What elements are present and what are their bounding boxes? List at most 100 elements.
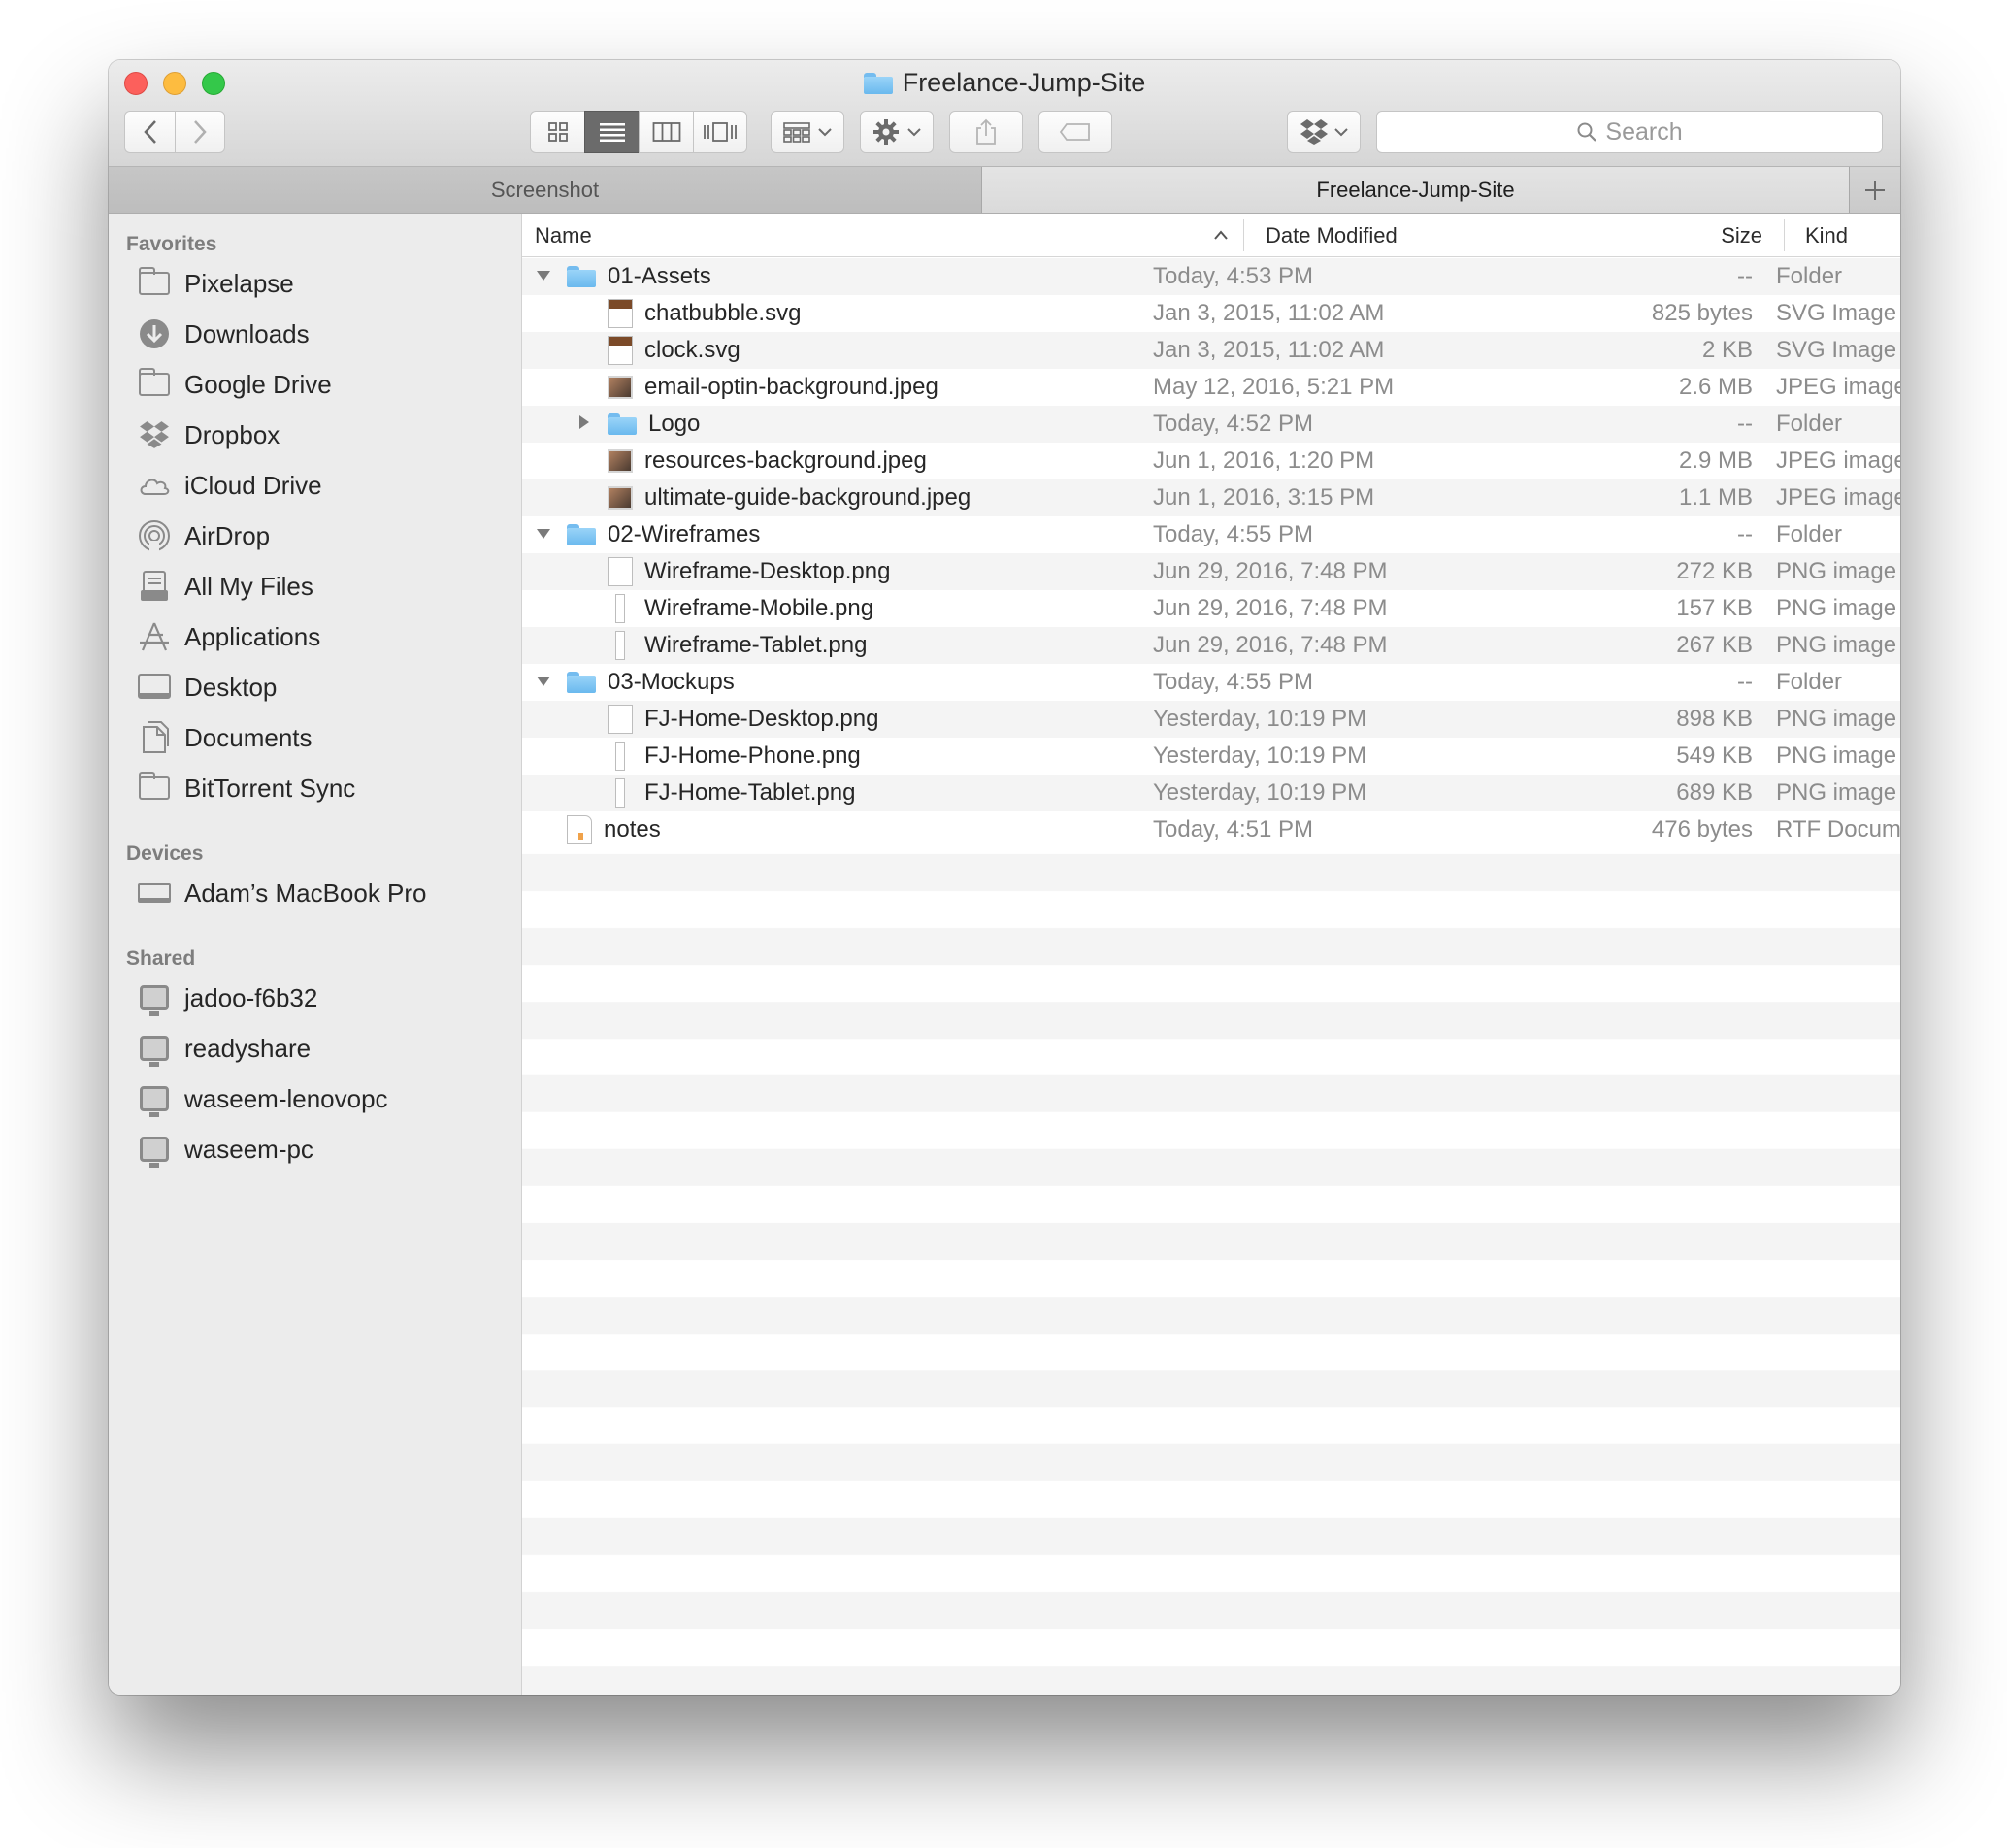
cloud-icon bbox=[138, 471, 171, 500]
sidebar-item-readyshare[interactable]: readyshare bbox=[138, 1027, 507, 1070]
sidebar-item-documents[interactable]: Documents bbox=[138, 716, 507, 759]
table-row[interactable]: Wireframe-Tablet.png Jun 29, 2016, 7:48 P… bbox=[522, 627, 1900, 664]
column-view-button[interactable] bbox=[639, 111, 693, 153]
sidebar-item-airdrop[interactable]: AirDrop bbox=[138, 514, 507, 557]
jpeg-file-icon bbox=[608, 376, 633, 399]
sidebar-item-label: BitTorrent Sync bbox=[184, 773, 356, 803]
sidebar-item-dropbox[interactable]: Dropbox bbox=[138, 413, 507, 456]
tag-button[interactable] bbox=[1038, 111, 1112, 153]
documents-icon bbox=[138, 721, 171, 753]
dropbox-button[interactable] bbox=[1287, 111, 1361, 153]
list-view-button[interactable] bbox=[584, 111, 639, 153]
name-cell: Wireframe-Mobile.png bbox=[522, 590, 1134, 627]
table-row[interactable]: Logo Today, 4:52 PM -- Folder bbox=[522, 406, 1900, 443]
column-divider[interactable] bbox=[1784, 219, 1785, 251]
table-row[interactable]: 03-Mockups Today, 4:55 PM -- Folder bbox=[522, 664, 1900, 701]
tab-screenshot[interactable]: Screenshot bbox=[109, 167, 982, 213]
size-cell: 689 KB bbox=[1676, 779, 1753, 806]
column-header-kind[interactable]: Kind bbox=[1805, 214, 1900, 257]
sidebar-item-label: Google Drive bbox=[184, 369, 332, 399]
column-header-size[interactable]: Size bbox=[1609, 214, 1762, 257]
name-cell: clock.svg bbox=[522, 332, 1134, 369]
monitor-icon bbox=[138, 1135, 171, 1168]
table-row[interactable]: FJ-Home-Phone.png Yesterday, 10:19 PM 549 … bbox=[522, 738, 1900, 775]
sidebar-item-icloud-drive[interactable]: iCloud Drive bbox=[138, 464, 507, 507]
table-row[interactable]: notes Today, 4:51 PM 476 bytes RTF Document bbox=[522, 811, 1900, 848]
window-title: Freelance-Jump-Site bbox=[109, 68, 1900, 98]
plus-icon bbox=[1865, 180, 1885, 200]
disclosure-triangle-open-icon[interactable] bbox=[534, 525, 553, 544]
table-row[interactable]: 01-Assets Today, 4:53 PM -- Folder bbox=[522, 258, 1900, 295]
table-row[interactable]: ultimate-guide-background.jpeg Jun 1, 201… bbox=[522, 479, 1900, 516]
sidebar-item-macbook-pro[interactable]: Adam’s MacBook Pro bbox=[138, 872, 507, 914]
table-row[interactable]: Wireframe-Mobile.png Jun 29, 2016, 7:48 P… bbox=[522, 590, 1900, 627]
column-header-date-modified[interactable]: Date Modified bbox=[1266, 214, 1557, 257]
png-file-icon bbox=[615, 631, 625, 660]
cover-flow-icon bbox=[704, 122, 737, 142]
icon-view-button[interactable] bbox=[530, 111, 584, 153]
name-cell: 01-Assets bbox=[522, 258, 1134, 295]
table-row[interactable]: Wireframe-Desktop.png Jun 29, 2016, 7:48 … bbox=[522, 553, 1900, 590]
sidebar-item-applications[interactable]: Applications bbox=[138, 615, 507, 658]
size-cell: 2.9 MB bbox=[1678, 447, 1753, 474]
sidebar-item-bittorrent-sync[interactable]: BitTorrent Sync bbox=[138, 767, 507, 809]
sidebar-item-jadoo-f6b32[interactable]: jadoo-f6b32 bbox=[138, 976, 507, 1019]
sidebar-item-downloads[interactable]: Downloads bbox=[138, 313, 507, 355]
disclosure-triangle-open-icon[interactable] bbox=[534, 673, 553, 692]
folder-icon bbox=[608, 413, 637, 435]
share-button[interactable] bbox=[949, 111, 1023, 153]
size-cell: 2.6 MB bbox=[1678, 374, 1753, 400]
sort-ascending-icon bbox=[1214, 230, 1228, 240]
chevron-left-icon bbox=[143, 120, 156, 144]
sidebar-item-waseem-lenovopc[interactable]: waseem-lenovopc bbox=[138, 1077, 507, 1120]
sidebar-item-label: Pixelapse bbox=[184, 268, 294, 298]
disclosure-triangle-open-icon[interactable] bbox=[534, 267, 553, 286]
column-divider[interactable] bbox=[1243, 219, 1244, 251]
title-bar: Freelance-Jump-Site Search bbox=[109, 60, 1900, 167]
kind-cell: PNG image bbox=[1776, 558, 1897, 584]
sidebar-item-pixelapse[interactable]: Pixelapse bbox=[138, 262, 507, 305]
sidebar-item-label: Downloads bbox=[184, 318, 310, 348]
name-cell: Wireframe-Desktop.png bbox=[522, 553, 1134, 590]
table-row[interactable]: FJ-Home-Desktop.png Yesterday, 10:19 PM 89… bbox=[522, 701, 1900, 738]
size-cell: -- bbox=[1737, 411, 1753, 437]
monitor-icon bbox=[138, 983, 171, 1016]
share-icon bbox=[976, 118, 996, 145]
tab-freelance-jump-site[interactable]: Freelance-Jump-Site bbox=[982, 167, 1850, 213]
sidebar-item-waseem-pc[interactable]: waseem-pc bbox=[138, 1128, 507, 1171]
table-row[interactable]: resources-background.jpeg Jun 1, 2016, 1:… bbox=[522, 443, 1900, 479]
name-cell: chatbubble.svg bbox=[522, 295, 1134, 332]
arrange-button[interactable] bbox=[771, 111, 844, 153]
table-row[interactable]: FJ-Home-Tablet.png Yesterday, 10:19 PM 689… bbox=[522, 775, 1900, 811]
back-button[interactable] bbox=[124, 111, 175, 153]
search-field[interactable]: Search bbox=[1376, 111, 1883, 153]
table-row[interactable]: chatbubble.svg Jan 3, 2015, 11:02 AM 825 b… bbox=[522, 295, 1900, 332]
sidebar-item-google-drive[interactable]: Google Drive bbox=[138, 363, 507, 406]
folder-icon bbox=[138, 267, 171, 298]
sidebar-item-label: Desktop bbox=[184, 672, 278, 702]
kind-cell: JPEG image bbox=[1776, 484, 1900, 511]
file-name: FJ-Home-Tablet.png bbox=[644, 779, 856, 806]
chevron-down-icon bbox=[907, 128, 921, 137]
date-modified-cell: Yesterday, 10:19 PM bbox=[1153, 706, 1367, 732]
disclosure-triangle-closed-icon[interactable] bbox=[575, 414, 594, 435]
date-modified-cell: Jun 29, 2016, 7:48 PM bbox=[1153, 558, 1388, 584]
new-tab-button[interactable] bbox=[1850, 167, 1900, 213]
table-row[interactable]: email-optin-background.jpeg May 12, 2016,… bbox=[522, 369, 1900, 406]
file-name: 02-Wireframes bbox=[608, 521, 761, 547]
name-cell: ultimate-guide-background.jpeg bbox=[522, 479, 1134, 516]
size-cell: 272 KB bbox=[1676, 558, 1753, 584]
sidebar-item-all-my-files[interactable]: All My Files bbox=[138, 565, 507, 608]
png-file-icon bbox=[608, 705, 633, 734]
finder-window: Freelance-Jump-Site Search Screenshot Fr… bbox=[109, 60, 1900, 1695]
sidebar-item-desktop[interactable]: Desktop bbox=[138, 666, 507, 709]
list-icon bbox=[599, 123, 625, 142]
laptop-icon bbox=[138, 878, 171, 908]
forward-button[interactable] bbox=[175, 111, 225, 153]
kind-cell: PNG image bbox=[1776, 706, 1897, 732]
action-button[interactable] bbox=[860, 111, 934, 153]
cover-flow-button[interactable] bbox=[693, 111, 747, 153]
column-header-name[interactable]: Name bbox=[535, 214, 1136, 257]
table-row[interactable]: 02-Wireframes Today, 4:55 PM -- Folder bbox=[522, 516, 1900, 553]
table-row[interactable]: clock.svg Jan 3, 2015, 11:02 AM 2 KB SVG Im… bbox=[522, 332, 1900, 369]
